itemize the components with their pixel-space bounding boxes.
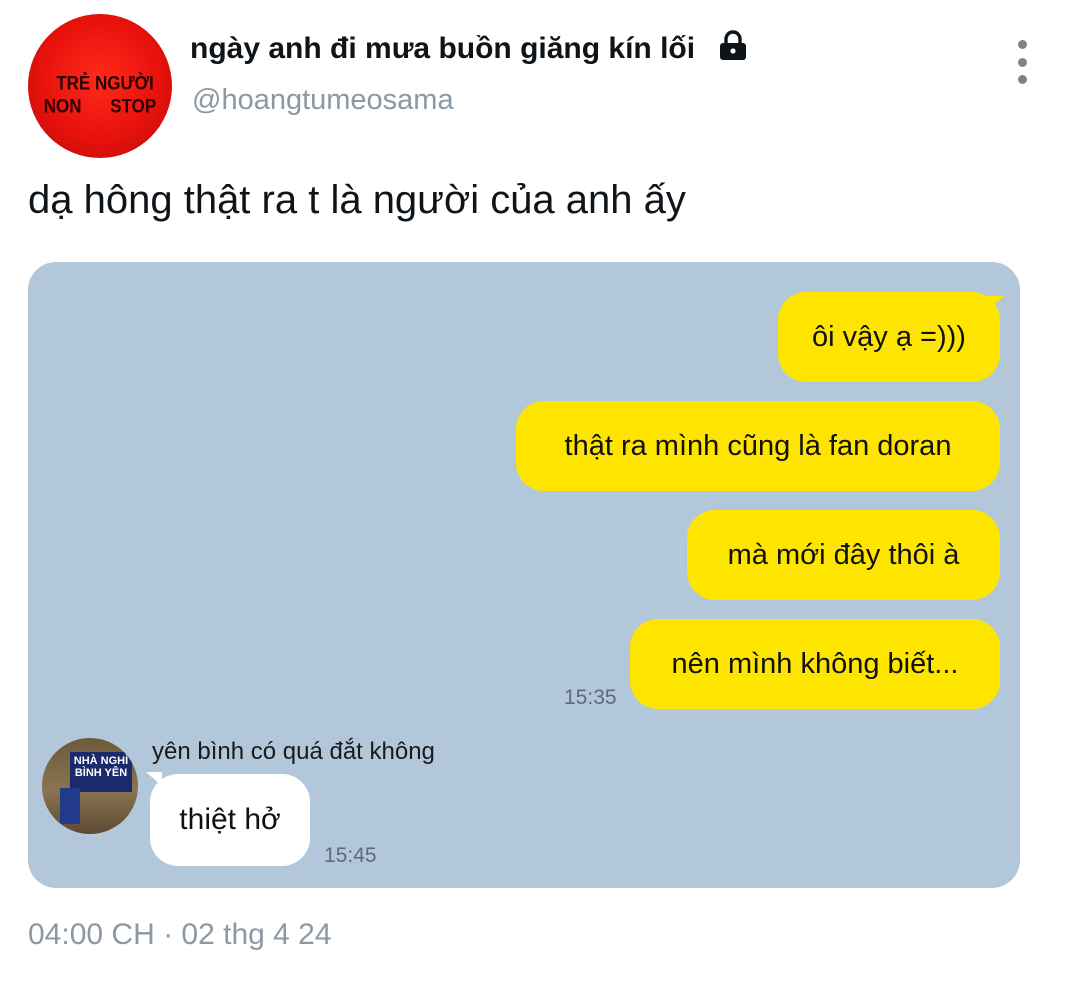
avatar-text-line1: TRẺ NGƯỜI — [56, 72, 154, 94]
author-avatar[interactable]: TRẺ NGƯỜI NON STOP — [28, 14, 172, 158]
friend-avatar[interactable]: NHÀ NGHỈ BÌNH YÊN — [42, 738, 138, 834]
friend-name: yên bình có quá đắt không — [152, 738, 435, 765]
sent-message-4: nên mình không biết... — [630, 619, 1000, 709]
avatar-text-line2: NON STOP — [43, 95, 157, 117]
author-handle[interactable]: @hoangtumeosama — [192, 84, 454, 117]
friend-avatar-sign: NHÀ NGHỈ BÌNH YÊN — [70, 752, 132, 792]
sent-message-1: ôi vậy ạ =))) — [778, 292, 1000, 382]
tweet-timestamp[interactable]: 04:00 CH · 02 thg 4 24 — [28, 918, 332, 952]
tweet: TRẺ NGƯỜI NON STOP ngày anh đi mưa buồn … — [0, 0, 1080, 983]
lock-icon — [720, 30, 746, 60]
tweet-text: dạ hông thật ra t là người của anh ấy — [28, 178, 686, 222]
received-message: thiệt hở — [150, 774, 310, 866]
tweet-media-chat-screenshot[interactable]: ôi vậy ạ =))) thật ra mình cũng là fan d… — [28, 262, 1020, 888]
sent-message-3: mà mới đây thôi à — [687, 510, 1000, 600]
avatar-shirt-text: TRẺ NGƯỜI NON STOP — [28, 73, 172, 116]
sent-message-2: thật ra mình cũng là fan doran — [516, 401, 1000, 491]
sent-time: 15:35 — [564, 686, 617, 709]
sent-bubble-tail — [988, 296, 1004, 310]
author-display-name[interactable]: ngày anh đi mưa buồn giăng kín lối — [190, 32, 695, 66]
more-options-icon[interactable] — [1010, 40, 1034, 84]
received-time: 15:45 — [324, 844, 377, 867]
